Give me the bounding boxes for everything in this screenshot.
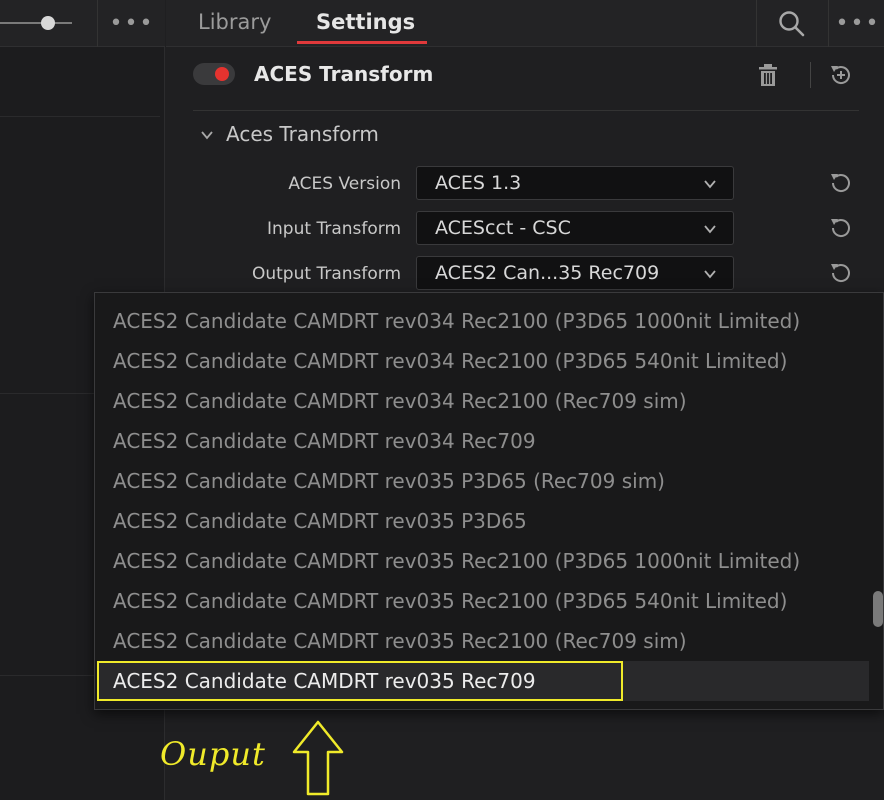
toolbar-divider	[97, 0, 98, 47]
dropdown-option[interactable]: ACES2 Candidate CAMDRT rev034 Rec2100 (P…	[113, 309, 800, 333]
input-transform-label: Input Transform	[267, 219, 401, 239]
annotation-label: Ouput	[160, 735, 266, 773]
output-transform-value: ACES2 Can...35 Rec709	[435, 262, 660, 284]
trash-icon[interactable]	[756, 62, 780, 88]
reset-icon[interactable]	[828, 170, 854, 196]
dropdown-scrollbar[interactable]	[873, 591, 883, 627]
aces-version-label: ACES Version	[288, 174, 401, 194]
dropdown-option[interactable]: ACES2 Candidate CAMDRT rev035 P3D65	[113, 509, 527, 533]
dropdown-option[interactable]: ACES2 Candidate CAMDRT rev035 P3D65 (Rec…	[113, 469, 665, 493]
highlight-box	[97, 661, 623, 701]
dropdown-option[interactable]: ACES2 Candidate CAMDRT rev034 Rec709	[113, 429, 536, 453]
left-toolbar: •••	[0, 0, 165, 47]
dropdown-option[interactable]: ACES2 Candidate CAMDRT rev034 Rec2100 (P…	[113, 349, 787, 373]
arrow-up-icon	[292, 720, 344, 796]
node-enable-toggle[interactable]	[193, 63, 235, 85]
node-title: ACES Transform	[254, 62, 434, 86]
zoom-slider-track[interactable]	[0, 22, 72, 24]
reset-icon[interactable]	[828, 215, 854, 241]
left-more-icon[interactable]: •••	[110, 10, 154, 36]
active-tab-indicator	[297, 41, 427, 44]
tab-settings[interactable]: Settings	[316, 10, 415, 34]
dropdown-option[interactable]: ACES2 Candidate CAMDRT rev035 Rec2100 (P…	[113, 549, 800, 573]
toolbar-divider	[756, 0, 757, 47]
dropdown-option[interactable]: ACES2 Candidate CAMDRT rev035 Rec2100 (R…	[113, 629, 687, 653]
aces-version-select[interactable]: ACES 1.3	[416, 166, 734, 200]
output-transform-label: Output Transform	[251, 264, 401, 284]
chevron-down-icon[interactable]	[200, 128, 214, 142]
divider	[0, 116, 160, 117]
tab-bar: Library Settings •••	[166, 0, 884, 47]
zoom-slider-handle[interactable]	[41, 16, 55, 30]
output-transform-select[interactable]: ACES2 Can...35 Rec709	[416, 256, 734, 290]
dropdown-option[interactable]: ACES2 Candidate CAMDRT rev034 Rec2100 (R…	[113, 389, 687, 413]
search-icon[interactable]	[776, 8, 808, 40]
section-title[interactable]: Aces Transform	[226, 122, 379, 146]
chevron-down-icon	[704, 270, 716, 279]
more-icon[interactable]: •••	[836, 10, 879, 36]
header-divider	[810, 62, 811, 88]
reset-icon[interactable]	[828, 62, 854, 88]
tab-library[interactable]: Library	[198, 10, 271, 34]
divider	[193, 110, 859, 111]
output-transform-dropdown: ACES2 Candidate CAMDRT rev034 Rec2100 (P…	[94, 292, 884, 710]
toolbar-divider	[828, 0, 829, 47]
input-transform-select[interactable]: ACEScct - CSC	[416, 211, 734, 245]
aces-version-value: ACES 1.3	[435, 172, 522, 194]
chevron-down-icon	[704, 225, 716, 234]
toggle-indicator	[215, 67, 229, 81]
reset-icon[interactable]	[828, 260, 854, 286]
dropdown-option[interactable]: ACES2 Candidate CAMDRT rev035 Rec2100 (P…	[113, 589, 787, 613]
input-transform-value: ACEScct - CSC	[435, 217, 571, 239]
app-window: ••• Library Settings ••• ACES Transform	[0, 0, 884, 800]
chevron-down-icon	[704, 180, 716, 189]
